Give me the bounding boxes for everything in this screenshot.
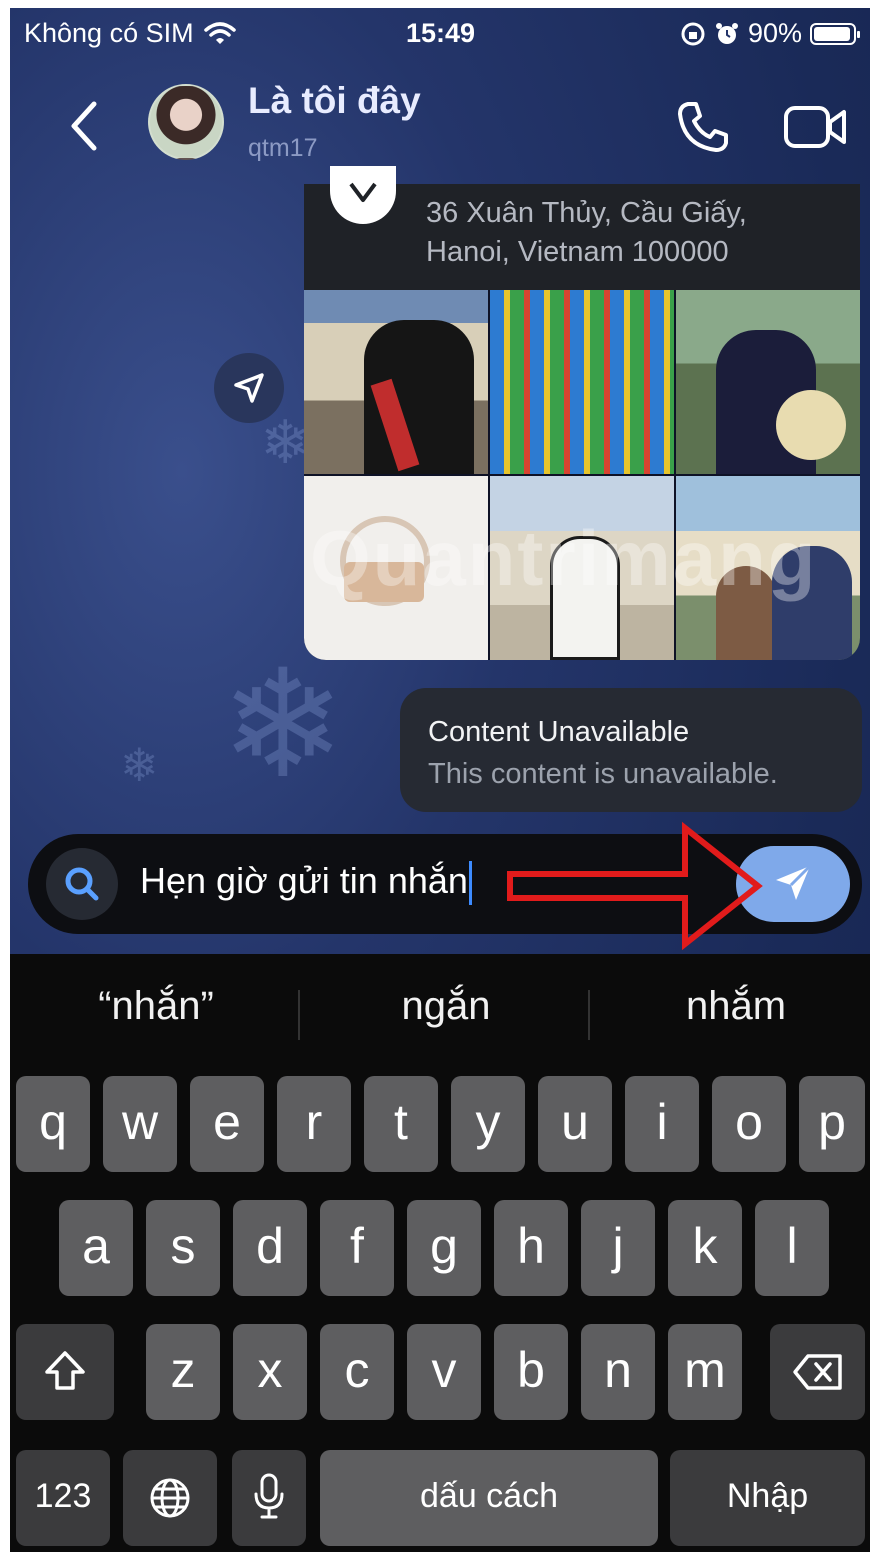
snowflake-decoration: ❄ xyxy=(120,738,159,792)
battery-icon xyxy=(810,22,860,45)
key-q[interactable]: q xyxy=(16,1076,90,1172)
carrier-label: Không có SIM xyxy=(24,18,194,48)
forward-button[interactable] xyxy=(214,353,284,423)
avatar[interactable] xyxy=(148,84,224,160)
key-a[interactable]: a xyxy=(59,1200,133,1296)
key-t[interactable]: t xyxy=(364,1076,438,1172)
numbers-key[interactable]: 123 xyxy=(16,1450,110,1546)
key-w[interactable]: w xyxy=(103,1076,177,1172)
key-g[interactable]: g xyxy=(407,1200,481,1296)
key-e[interactable]: e xyxy=(190,1076,264,1172)
globe-key[interactable] xyxy=(123,1450,217,1546)
shift-icon xyxy=(45,1351,85,1390)
address-line-2: Hanoi, Vietnam 100000 xyxy=(426,236,729,268)
key-f[interactable]: f xyxy=(320,1200,394,1296)
unavailable-body: This content is unavailable. xyxy=(428,758,778,790)
key-v[interactable]: v xyxy=(407,1324,481,1420)
key-x[interactable]: x xyxy=(233,1324,307,1420)
suggestion-2[interactable]: ngắn xyxy=(306,984,586,1029)
video-call-icon[interactable] xyxy=(782,100,848,154)
key-u[interactable]: u xyxy=(538,1076,612,1172)
key-h[interactable]: h xyxy=(494,1200,568,1296)
dictation-key[interactable] xyxy=(232,1450,306,1546)
globe-icon xyxy=(150,1478,190,1518)
key-j[interactable]: j xyxy=(581,1200,655,1296)
message-input-text: Hẹn giờ gửi tin nhắn xyxy=(140,860,468,901)
photo-thumbnail[interactable] xyxy=(676,290,860,474)
key-k[interactable]: k xyxy=(668,1200,742,1296)
back-chevron-icon[interactable] xyxy=(60,96,110,156)
chat-screen: ❄ ❄ ❄ Không có SIM 15:49 90% Là tôi đây … xyxy=(10,8,870,1552)
search-icon xyxy=(65,867,99,901)
suggestion-bar: “nhắn” ngắn nhắm xyxy=(10,954,870,1068)
return-key[interactable]: Nhập xyxy=(670,1450,865,1546)
key-z[interactable]: z xyxy=(146,1324,220,1420)
key-l[interactable]: l xyxy=(755,1200,829,1296)
snowflake-decoration: ❄ xyxy=(220,638,346,812)
key-s[interactable]: s xyxy=(146,1200,220,1296)
suggestion-3[interactable]: nhắm xyxy=(596,984,870,1029)
space-key[interactable]: dấu cách xyxy=(320,1450,658,1546)
status-time: 15:49 xyxy=(406,18,476,48)
contact-username: qtm17 xyxy=(248,134,318,162)
key-b[interactable]: b xyxy=(494,1324,568,1420)
keyboard: “nhắn” ngắn nhắm q w e r t y u i o p a s… xyxy=(10,954,870,1552)
key-n[interactable]: n xyxy=(581,1324,655,1420)
search-button[interactable] xyxy=(46,848,118,920)
message-input[interactable]: Hẹn giờ gửi tin nhắn xyxy=(140,860,472,906)
alarm-icon xyxy=(715,22,738,44)
annotation-arrow-icon xyxy=(507,821,763,950)
microphone-icon xyxy=(254,1473,284,1519)
send-icon xyxy=(776,864,812,900)
battery-percent: 90% xyxy=(747,18,802,48)
key-c[interactable]: c xyxy=(320,1324,394,1420)
location-pin-icon xyxy=(330,166,396,224)
location-message[interactable]: 36 Xuân Thủy, Cầu Giấy, Hanoi, Vietnam 1… xyxy=(304,166,860,290)
unavailable-title: Content Unavailable xyxy=(428,716,690,748)
watermark: Quantrimang xyxy=(310,514,818,602)
chat-header: Là tôi đây qtm17 xyxy=(10,68,870,188)
forward-icon xyxy=(234,373,264,403)
photo-grid-message xyxy=(304,290,860,660)
key-i[interactable]: i xyxy=(625,1076,699,1172)
snowflake-decoration: ❄ xyxy=(260,408,311,478)
photo-thumbnail[interactable] xyxy=(490,290,674,474)
suggestion-1[interactable]: “nhắn” xyxy=(16,984,296,1029)
status-bar: Không có SIM 15:49 90% xyxy=(10,8,870,60)
address-line-1: 36 Xuân Thủy, Cầu Giấy, xyxy=(426,197,747,229)
phone-icon[interactable] xyxy=(674,98,732,156)
key-r[interactable]: r xyxy=(277,1076,351,1172)
key-m[interactable]: m xyxy=(668,1324,742,1420)
contact-name[interactable]: Là tôi đây xyxy=(248,80,421,122)
key-y[interactable]: y xyxy=(451,1076,525,1172)
orientation-lock-icon xyxy=(681,22,705,45)
text-caret xyxy=(468,861,472,906)
wifi-icon xyxy=(203,21,236,44)
key-d[interactable]: d xyxy=(233,1200,307,1296)
key-o[interactable]: o xyxy=(712,1076,786,1172)
photo-thumbnail[interactable] xyxy=(304,290,488,474)
backspace-icon xyxy=(792,1354,842,1390)
shift-key[interactable] xyxy=(16,1324,114,1420)
key-p[interactable]: p xyxy=(799,1076,865,1172)
message-bubble[interactable]: Content Unavailable This content is unav… xyxy=(400,688,862,812)
delete-key[interactable] xyxy=(770,1324,865,1420)
